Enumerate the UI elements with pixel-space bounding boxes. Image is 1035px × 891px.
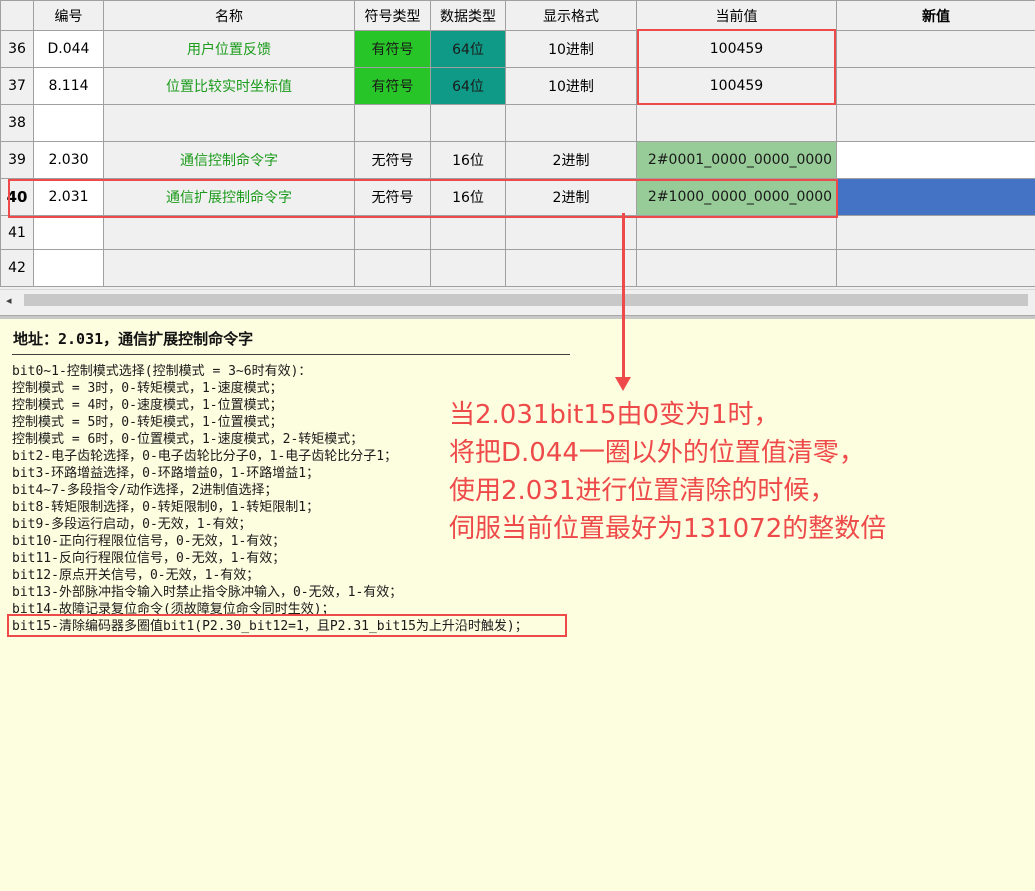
header-name[interactable]: 名称 (103, 0, 355, 31)
row-number[interactable]: 36 (0, 30, 34, 68)
highlight-box-current-values (637, 29, 836, 105)
code-cell[interactable] (33, 104, 104, 142)
parameter-table: 编号 名称 符号类型 数据类型 显示格式 当前值 新值 36 D.044 用户位… (0, 0, 1035, 287)
header-code[interactable]: 编号 (33, 0, 104, 31)
table-row[interactable]: 38 (0, 104, 1035, 142)
sign-type-cell[interactable]: 有符号 (354, 30, 431, 68)
code-cell[interactable]: D.044 (33, 30, 104, 68)
table-row[interactable]: 42 (0, 249, 1035, 287)
code-cell[interactable]: 8.114 (33, 67, 104, 105)
current-value-cell[interactable] (636, 249, 837, 287)
row-number[interactable]: 42 (0, 249, 34, 287)
row-number[interactable]: 37 (0, 67, 34, 105)
table-row[interactable]: 37 8.114 位置比较实时坐标值 有符号 64位 10进制 100459 (0, 67, 1035, 105)
name-cell[interactable] (103, 249, 355, 287)
display-format-cell[interactable] (505, 104, 637, 142)
parameter-grid: 编号 名称 符号类型 数据类型 显示格式 当前值 新值 36 D.044 用户位… (0, 0, 1035, 315)
description-line: bit0~1-控制模式选择(控制模式 = 3~6时有效)： (12, 364, 312, 379)
name-cell[interactable] (103, 215, 355, 250)
new-value-cell[interactable] (836, 249, 1035, 287)
data-type-cell[interactable]: 64位 (430, 67, 506, 105)
header-rownum (0, 0, 34, 31)
current-value-cell[interactable] (636, 215, 837, 250)
table-row[interactable]: 36 D.044 用户位置反馈 有符号 64位 10进制 100459 (0, 30, 1035, 68)
data-type-cell[interactable]: 64位 (430, 30, 506, 68)
row-number[interactable]: 38 (0, 104, 34, 142)
table-row[interactable]: 41 (0, 215, 1035, 250)
description-title: 地址：2.031，通信扩展控制命令字 (13, 330, 254, 348)
description-line: bit13-外部脉冲指令输入时禁止指令脉冲输入，0-无效，1-有效； (12, 585, 403, 600)
name-cell[interactable]: 用户位置反馈 (103, 30, 355, 68)
annotation-line: 当2.031bit15由0变为1时， (449, 400, 780, 430)
new-value-cell[interactable] (836, 141, 1035, 179)
new-value-cell[interactable] (836, 67, 1035, 105)
highlight-box-row-40 (8, 179, 838, 218)
header-current-value[interactable]: 当前值 (636, 0, 837, 31)
code-cell[interactable]: 2.030 (33, 141, 104, 179)
header-new-value[interactable]: 新值 (836, 0, 1035, 31)
horizontal-scrollbar[interactable]: ◂ (0, 289, 1035, 309)
display-format-cell[interactable]: 10进制 (505, 67, 637, 105)
sign-type-cell[interactable] (354, 249, 431, 287)
highlight-box-bit15 (7, 614, 567, 637)
scrollbar-thumb[interactable] (24, 294, 1028, 306)
new-value-cell-selected[interactable] (836, 178, 1035, 216)
display-format-cell[interactable]: 10进制 (505, 30, 637, 68)
current-value-cell[interactable] (636, 104, 837, 142)
name-cell[interactable] (103, 104, 355, 142)
annotation-line: 将把D.044一圈以外的位置值清零， (449, 438, 865, 468)
new-value-cell[interactable] (836, 30, 1035, 68)
annotation-arrow-down-icon (615, 377, 631, 391)
name-cell[interactable]: 位置比较实时坐标值 (103, 67, 355, 105)
description-line: bit11-反向行程限位信号，0-无效，1-有效； (12, 551, 286, 566)
header-data-type[interactable]: 数据类型 (430, 0, 506, 31)
display-format-cell[interactable]: 2进制 (505, 141, 637, 179)
annotation-line: 伺服当前位置最好为131072的整数倍 (449, 514, 887, 544)
row-number[interactable]: 41 (0, 215, 34, 250)
sign-type-cell[interactable]: 有符号 (354, 67, 431, 105)
code-cell[interactable] (33, 249, 104, 287)
table-row[interactable]: 39 2.030 通信控制命令字 无符号 16位 2进制 2#0001_0000… (0, 141, 1035, 179)
display-format-cell[interactable] (505, 215, 637, 250)
description-line: bit12-原点开关信号，0-无效，1-有效； (12, 568, 260, 583)
sign-type-cell[interactable] (354, 104, 431, 142)
data-type-cell[interactable] (430, 104, 506, 142)
data-type-cell[interactable] (430, 215, 506, 250)
data-type-cell[interactable]: 16位 (430, 141, 506, 179)
data-type-cell[interactable] (430, 249, 506, 287)
scroll-left-arrow-icon[interactable]: ◂ (6, 294, 12, 307)
sign-type-cell[interactable]: 无符号 (354, 141, 431, 179)
name-cell[interactable]: 通信控制命令字 (103, 141, 355, 179)
annotation-text: 当2.031bit15由0变为1时， 将把D.044一圈以外的位置值清零， 使用… (449, 396, 886, 548)
new-value-cell[interactable] (836, 215, 1035, 250)
description-line: 控制模式 = 3时，0-转矩模式，1-速度模式； (12, 381, 283, 396)
row-number[interactable]: 39 (0, 141, 34, 179)
sign-type-cell[interactable] (354, 215, 431, 250)
header-display-format[interactable]: 显示格式 (505, 0, 637, 31)
code-cell[interactable] (33, 215, 104, 250)
header-row: 编号 名称 符号类型 数据类型 显示格式 当前值 新值 (0, 0, 1035, 31)
annotation-line: 使用2.031进行位置清除的时候， (449, 476, 836, 506)
current-value-cell[interactable]: 2#0001_0000_0000_0000 (636, 141, 837, 179)
header-sign-type[interactable]: 符号类型 (354, 0, 431, 31)
annotation-arrow-line (622, 213, 625, 381)
description-divider (12, 354, 570, 355)
new-value-cell[interactable] (836, 104, 1035, 142)
display-format-cell[interactable] (505, 249, 637, 287)
